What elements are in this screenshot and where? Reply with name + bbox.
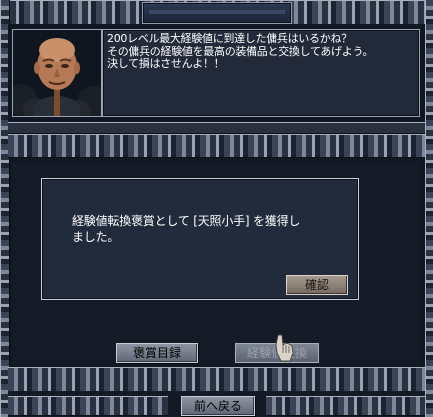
bottom-right-ornament	[266, 396, 425, 416]
right-ornament-border	[425, 0, 433, 417]
popup-message: 経験値転換褒賞として [天照小手] を獲得し ました。	[72, 214, 301, 244]
back-button[interactable]: 前へ戻る	[181, 396, 255, 416]
confirm-button[interactable]: 確認	[286, 275, 348, 295]
gauntlet-cursor-icon	[275, 334, 294, 362]
npc-dialog-text: 200レベル最大経験値に到達した傭兵はいるかね？ その傭兵の経験値を最高の装備品…	[107, 32, 374, 70]
middle-ornament-border	[8, 134, 425, 158]
reward-popup: 経験値転換褒賞として [天照小手] を獲得し ました。 確認	[41, 178, 359, 300]
title-plate	[142, 2, 292, 24]
bottom-left-ornament	[8, 396, 168, 416]
npc-portrait-icon	[12, 29, 102, 117]
separator-band	[8, 122, 425, 134]
npc-portrait-art	[13, 30, 101, 116]
rewards-list-button[interactable]: 褒賞目録	[116, 343, 198, 363]
bottom-ornament-border	[8, 367, 425, 393]
game-window: 200レベル最大経験値に到達した傭兵はいるかね？ その傭兵の経験値を最高の装備品…	[0, 0, 433, 417]
npc-dialog-box: 200レベル最大経験値に到達した傭兵はいるかね？ その傭兵の経験値を最高の装備品…	[102, 29, 420, 117]
